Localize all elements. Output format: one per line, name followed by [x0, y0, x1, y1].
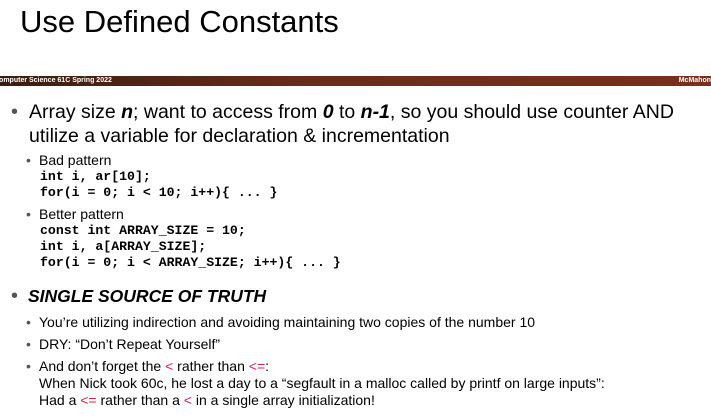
var-n-minus-1: n-1 [360, 101, 390, 123]
bad-code-line-2: for(i = 0; i < 10; i++){ ... } [40, 185, 278, 200]
point-array-size-line2: utilize a variable for declaration & inc… [29, 125, 450, 147]
point-text: ; want to access from [133, 101, 323, 123]
forget-point: And don’t forget the < rather than <=: [39, 358, 269, 375]
bullet-icon: • [26, 336, 31, 352]
note-text: rather than a [96, 392, 184, 408]
dry-point: DRY: “Don’t Repeat Yourself” [39, 336, 221, 352]
course-name: Computer Science 61C Spring 2022 [0, 77, 112, 84]
bad-pattern-label: Bad pattern [39, 152, 112, 168]
indirection-point: You’re utilizing indirection and avoidin… [39, 314, 536, 330]
bullet-icon: • [26, 314, 31, 330]
note-text: Had a [39, 392, 81, 408]
single-source-heading: SINGLE SOURCE OF TRUTH [28, 286, 267, 306]
var-n: n [121, 101, 134, 123]
point-text: , so you should use counter AND [389, 101, 674, 123]
better-code-line-3: for(i = 0; i < ARRAY_SIZE; i++){ ... } [40, 255, 341, 270]
bullet-icon: • [11, 101, 19, 123]
forget-text: : [265, 358, 270, 374]
forget-text: rather than [173, 358, 249, 374]
var-zero: 0 [322, 101, 334, 123]
less-than-symbol: < [183, 392, 192, 408]
point-text: Array size [29, 101, 122, 123]
bullet-icon: • [26, 358, 31, 374]
less-equal-symbol: <= [248, 358, 266, 374]
instructor-name: McMahon [678, 77, 711, 84]
bullet-icon: • [11, 285, 19, 307]
had-le-note: Had a <= rather than a < in a single arr… [39, 392, 375, 409]
bullet-icon: • [26, 152, 31, 168]
bullet-icon: • [26, 206, 31, 222]
note-text: in a single array initialization! [191, 392, 375, 408]
segfault-story: When Nick took 60c, he lost a day to a “… [39, 375, 605, 391]
course-banner: Computer Science 61C Spring 2022 McMahon [0, 76, 711, 86]
better-pattern-label: Better pattern [39, 206, 124, 222]
better-code-line-1: const int ARRAY_SIZE = 10; [40, 223, 246, 238]
forget-text: And don’t forget the [39, 358, 166, 374]
less-equal-symbol: <= [80, 392, 97, 408]
point-text: to [333, 101, 361, 123]
bad-code-line-1: int i, ar[10]; [40, 169, 151, 184]
point-array-size: Array size n; want to access from 0 to n… [29, 100, 674, 125]
slide-title: Use Defined Constants [20, 4, 339, 39]
better-code-line-2: int i, a[ARRAY_SIZE]; [40, 239, 207, 254]
